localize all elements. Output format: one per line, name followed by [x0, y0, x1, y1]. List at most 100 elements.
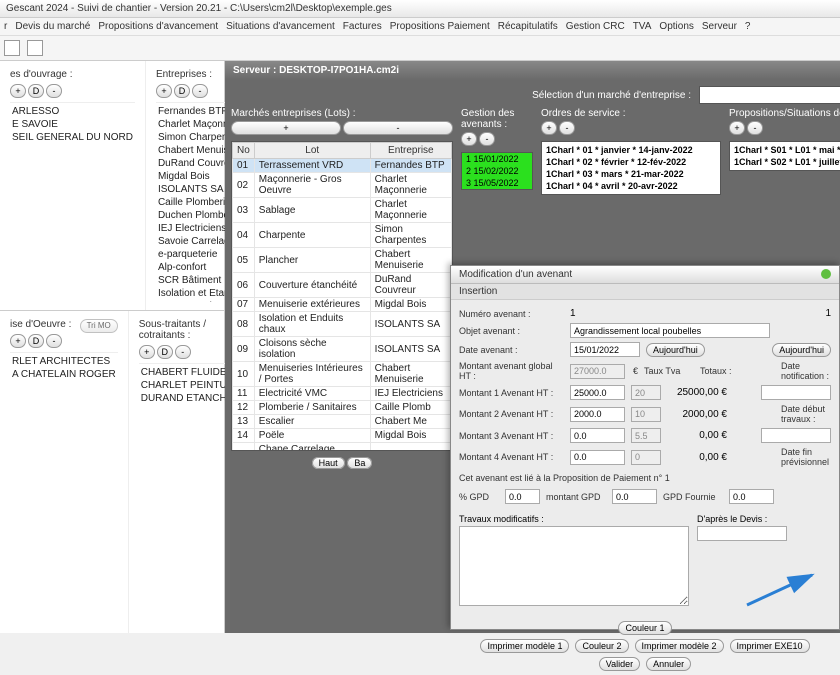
marches-del[interactable]: - [343, 121, 453, 135]
list-item[interactable]: E SAVOIE [10, 118, 135, 131]
list-item[interactable]: RLET ARCHITECTES [10, 355, 118, 368]
exe10-button[interactable]: Imprimer EXE10 [730, 639, 810, 653]
num-val2: 1 [825, 308, 831, 319]
tri-mo[interactable]: Tri MO [80, 319, 118, 333]
list-item[interactable]: ARLESSO [10, 105, 135, 118]
avenants-list[interactable]: 1 15/01/20222 15/02/20223 15/05/2022 [461, 152, 533, 190]
table-row[interactable]: 05PlancherChabert Menuiserie [233, 248, 452, 273]
moe-add[interactable]: + [10, 334, 26, 348]
table-row[interactable]: 04CharpenteSimon Charpentes [233, 223, 452, 248]
mo-d[interactable]: D [28, 84, 44, 98]
moe-d[interactable]: D [28, 334, 44, 348]
table-row[interactable]: 06Couverture étanchéitéDuRand Couvreur [233, 273, 452, 298]
num-val: 1 [570, 308, 630, 319]
os-list[interactable]: 1Charl * 01 * janvier * 14-janv-20221Cha… [541, 141, 721, 195]
mo-del[interactable]: - [46, 84, 62, 98]
obj-label: Objet avenant : [459, 326, 564, 336]
gpdf-input[interactable] [729, 489, 774, 504]
ps-del[interactable]: - [747, 121, 763, 135]
tm-textarea[interactable] [459, 526, 689, 606]
menu-propositions-paiement[interactable]: Propositions Paiement [390, 21, 490, 32]
gpd-input[interactable] [505, 489, 540, 504]
list-item[interactable]: 1Charl * 02 * février * 12-fév-2022 [544, 156, 718, 168]
table-row[interactable]: 02Maçonnerie - Gros OeuvreCharlet Maçonn… [233, 173, 452, 198]
av-del[interactable]: - [479, 132, 495, 146]
valider-button[interactable]: Valider [599, 657, 640, 671]
menu-serveur[interactable]: Serveur [702, 21, 737, 32]
list-item[interactable]: 2 15/02/2022 [462, 165, 532, 177]
menu-récapitulatifs[interactable]: Récapitulatifs [498, 21, 558, 32]
gpdm-input[interactable] [612, 489, 657, 504]
table-row[interactable]: 13EscalierChabert Me [233, 415, 452, 429]
menu-gestion-crc[interactable]: Gestion CRC [566, 21, 625, 32]
m1-input[interactable] [570, 385, 625, 400]
list-item[interactable]: 1 15/01/2022 [462, 153, 532, 165]
m4-input[interactable] [570, 450, 625, 465]
haut-button[interactable]: Haut [312, 457, 345, 469]
mo-list[interactable]: ARLESSOE SAVOIESEIL GENERAL DU NORD [10, 102, 135, 146]
im1-button[interactable]: Imprimer modèle 1 [480, 639, 569, 653]
moe-del[interactable]: - [46, 334, 62, 348]
st-del[interactable]: - [175, 345, 191, 359]
devis-input[interactable] [697, 526, 787, 541]
lots-grid[interactable]: NoLotEntreprise01Terrassement VRDFernand… [231, 141, 453, 451]
table-row[interactable]: 08Isolation et Enduits chauxISOLANTS SA [233, 312, 452, 337]
os-add[interactable]: + [541, 121, 557, 135]
list-item[interactable]: 1Charl * 04 * avril * 20-avr-2022 [544, 180, 718, 192]
ent-d[interactable]: D [174, 84, 190, 98]
couleur1-button[interactable]: Couleur 1 [618, 621, 671, 635]
st-add[interactable]: + [139, 345, 155, 359]
ps-add[interactable]: + [729, 121, 745, 135]
bas-button[interactable]: Ba [347, 457, 372, 469]
couleur2-button[interactable]: Couleur 2 [575, 639, 628, 653]
obj-input[interactable] [570, 323, 770, 338]
menu-propositions-d'avancement[interactable]: Propositions d'avancement [98, 21, 218, 32]
list-item[interactable]: 1Charl * 01 * janvier * 14-janv-2022 [544, 144, 718, 156]
menu-factures[interactable]: Factures [343, 21, 382, 32]
menu-situations-d'avancement[interactable]: Situations d'avancement [226, 21, 335, 32]
menu-r[interactable]: r [4, 21, 7, 32]
list-item[interactable]: 1Charl * S02 * L01 * juillet [732, 156, 840, 168]
table-row[interactable]: 10Menuiseries Intérieures / PortesChaber… [233, 362, 452, 387]
today-button[interactable]: Aujourd'hui [646, 343, 705, 357]
table-row[interactable]: 07Menuiserie extérieuresMigdal Bois [233, 298, 452, 312]
today2-button[interactable]: Aujourd'hui [772, 343, 831, 357]
tool-icon-2[interactable] [27, 40, 43, 56]
menu-tva[interactable]: TVA [633, 21, 652, 32]
table-row[interactable]: 12Plomberie / SanitairesCaille Plomb [233, 401, 452, 415]
list-item[interactable]: 3 15/05/2022 [462, 177, 532, 189]
menu-?[interactable]: ? [745, 21, 751, 32]
m3-input[interactable] [570, 428, 625, 443]
ent-add[interactable]: + [156, 84, 172, 98]
av-add[interactable]: + [461, 132, 477, 146]
os-del[interactable]: - [559, 121, 575, 135]
im2-button[interactable]: Imprimer modèle 2 [635, 639, 724, 653]
ps-list[interactable]: 1Charl * S01 * L01 * mai *1Charl * S02 *… [729, 141, 840, 171]
market-combo-label: Sélection d'un marché d'entreprise : [532, 90, 691, 101]
tool-icon-1[interactable] [4, 40, 20, 56]
list-item[interactable]: A CHATELAIN ROGER [10, 368, 118, 381]
list-item[interactable]: SEIL GENERAL DU NORD [10, 131, 135, 144]
menu-options[interactable]: Options [659, 21, 693, 32]
market-combo[interactable] [699, 86, 840, 104]
moe-list[interactable]: RLET ARCHITECTESA CHATELAIN ROGER [10, 352, 118, 383]
dt-input[interactable] [761, 428, 831, 443]
s2: 2000,00 € [667, 409, 727, 420]
annuler-button[interactable]: Annuler [646, 657, 691, 671]
table-row[interactable]: 14PoëleMigdal Bois [233, 429, 452, 443]
notif-input[interactable] [761, 385, 831, 400]
table-row[interactable]: 11Electricité VMCIEJ Electriciens [233, 387, 452, 401]
mo-add[interactable]: + [10, 84, 26, 98]
list-item[interactable]: 1Charl * S01 * L01 * mai * [732, 144, 840, 156]
table-row[interactable]: 03SablageCharlet Maçonnerie [233, 198, 452, 223]
list-item[interactable]: 1Charl * 03 * mars * 21-mar-2022 [544, 168, 718, 180]
marches-add[interactable]: + [231, 121, 341, 135]
table-row[interactable]: 15Chape Carrelage FaïencesFernandes B [233, 443, 452, 452]
ent-del[interactable]: - [192, 84, 208, 98]
st-d[interactable]: D [157, 345, 173, 359]
table-row[interactable]: 09Cloisons sèche isolationISOLANTS SA [233, 337, 452, 362]
menu-devis-du-marché[interactable]: Devis du marché [15, 21, 90, 32]
m2-input[interactable] [570, 407, 625, 422]
date-input[interactable] [570, 342, 640, 357]
table-row[interactable]: 01Terrassement VRDFernandes BTP [233, 159, 452, 173]
